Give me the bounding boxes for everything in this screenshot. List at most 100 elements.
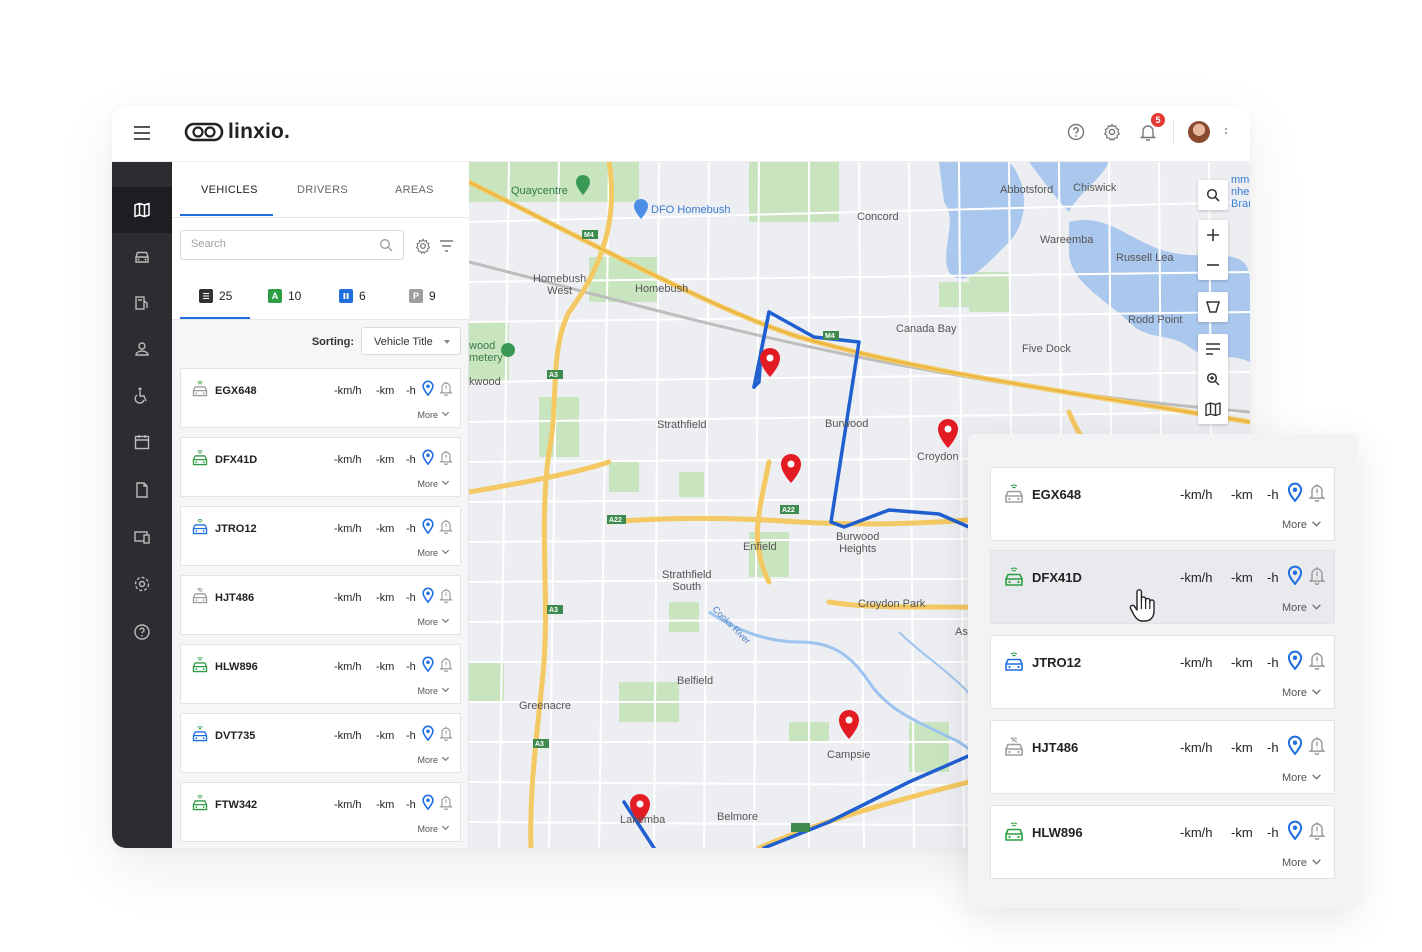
enlarged-vehicle-card[interactable]: HLW896 -km/h -km -h More (990, 805, 1335, 879)
vehicle-speed: -km/h (1180, 825, 1213, 840)
tab-vehicles[interactable]: VEHICLES (201, 184, 258, 196)
car-icon (1003, 483, 1025, 510)
more-toggle[interactable]: More (1282, 518, 1322, 532)
alert-bell-icon[interactable] (1307, 650, 1327, 675)
more-toggle[interactable]: More (1282, 686, 1322, 700)
nav-devices-icon[interactable] (112, 514, 172, 560)
location-pin-icon[interactable] (420, 587, 436, 608)
alert-bell-icon[interactable] (438, 518, 454, 539)
location-pin-icon[interactable] (1285, 735, 1305, 760)
map-search-control (1198, 180, 1228, 210)
count-all[interactable]: 25 (199, 289, 232, 303)
location-pin-icon[interactable] (1285, 565, 1305, 590)
count-parked-value: 9 (429, 289, 436, 303)
sorting-select[interactable]: Vehicle Title (361, 327, 461, 355)
location-pin-icon[interactable] (420, 449, 436, 470)
vehicle-card[interactable]: EGX648 -km/h -km -h More (180, 368, 461, 428)
search-icon[interactable] (379, 238, 393, 252)
location-pin-icon[interactable] (420, 380, 436, 401)
enlarged-vehicle-card[interactable]: HJT486 -km/h -km -h More (990, 720, 1335, 794)
vehicle-card[interactable]: FTW342 -km/h -km -h More (180, 782, 461, 842)
more-toggle[interactable]: More (1282, 771, 1322, 785)
more-toggle[interactable]: More (417, 823, 450, 834)
sorting-label: Sorting: (311, 336, 354, 348)
menu-icon[interactable] (134, 126, 150, 140)
more-vertical-icon[interactable] (1224, 126, 1228, 138)
alert-bell-icon[interactable] (438, 656, 454, 677)
map-label: Five Dock (1022, 343, 1071, 355)
count-parked[interactable]: P 9 (409, 289, 436, 303)
location-pin-icon[interactable] (420, 794, 436, 815)
count-driving[interactable]: A 10 (268, 289, 301, 303)
vehicle-hours: -h (406, 730, 416, 742)
location-pin-icon[interactable] (420, 518, 436, 539)
route-list-icon[interactable] (1198, 334, 1228, 364)
alert-bell-icon[interactable] (1307, 735, 1327, 760)
map-layers-icon[interactable] (1198, 394, 1228, 424)
location-pin-icon[interactable] (420, 725, 436, 746)
more-toggle[interactable]: More (417, 754, 450, 765)
tab-drivers[interactable]: DRIVERS (297, 184, 348, 196)
logo[interactable]: linxio. (184, 120, 290, 144)
draw-polygon-icon[interactable] (1198, 292, 1228, 322)
map-search-icon[interactable] (1198, 180, 1228, 210)
driving-icon: A (268, 289, 282, 303)
count-idle[interactable]: 6 (339, 289, 366, 303)
nav-drivers-icon[interactable] (112, 326, 172, 372)
location-pin-icon[interactable] (1285, 820, 1305, 845)
avatar[interactable] (1188, 121, 1210, 143)
map-label: Croydon Park (858, 598, 926, 610)
zoom-area-icon[interactable] (1198, 364, 1228, 394)
location-pin-icon[interactable] (420, 656, 436, 677)
nav-fuel-icon[interactable] (112, 280, 172, 326)
nav-reports-icon[interactable] (112, 467, 172, 513)
zoom-out-icon[interactable] (1198, 250, 1228, 280)
more-label: More (1281, 772, 1307, 784)
alert-bell-icon[interactable] (438, 449, 454, 470)
filter-icon[interactable] (439, 239, 454, 253)
map-label: Belfield (677, 675, 714, 687)
vehicle-card[interactable]: DVT735 -km/h -km -h More (180, 713, 461, 773)
more-toggle[interactable]: More (417, 478, 450, 489)
vehicle-card[interactable]: DFX41D -km/h -km -h More (180, 437, 461, 497)
more-toggle[interactable]: More (417, 409, 450, 420)
more-toggle[interactable]: More (417, 685, 450, 696)
more-toggle[interactable]: More (417, 547, 450, 558)
vehicle-card[interactable]: HLW896 -km/h -km -h More (180, 644, 461, 704)
tab-areas[interactable]: AREAS (395, 184, 434, 196)
alert-bell-icon[interactable] (438, 725, 454, 746)
alert-bell-icon[interactable] (1307, 482, 1327, 507)
side-navigation (112, 162, 172, 848)
vehicle-card[interactable]: JTRO12 -km/h -km -h More (180, 506, 461, 566)
more-toggle[interactable]: More (1282, 856, 1322, 870)
nav-help-icon[interactable] (112, 609, 172, 655)
more-label: More (417, 754, 438, 765)
notifications-icon[interactable]: 5 (1137, 113, 1165, 143)
vehicle-plate: DFX41D (215, 454, 258, 466)
zoom-in-icon[interactable] (1198, 220, 1228, 250)
settings-icon[interactable] (1101, 121, 1123, 143)
nav-map-icon[interactable] (112, 187, 172, 233)
enlarged-vehicle-card[interactable]: EGX648 -km/h -km -h More (990, 467, 1335, 541)
more-toggle[interactable]: More (1282, 601, 1322, 615)
vehicle-plate: HJT486 (1032, 740, 1079, 755)
vehicle-list: EGX648 -km/h -km -h More DFX41D -km/h -km -h More… (180, 368, 461, 848)
location-pin-icon[interactable] (1285, 482, 1305, 507)
alert-bell-icon[interactable] (1307, 565, 1327, 590)
nav-calendar-icon[interactable] (112, 419, 172, 465)
enlarged-vehicle-card[interactable]: JTRO12 -km/h -km -h More (990, 635, 1335, 709)
more-toggle[interactable]: More (417, 616, 450, 627)
alert-bell-icon[interactable] (1307, 820, 1327, 845)
nav-settings-icon[interactable] (112, 561, 172, 607)
vehicle-card[interactable]: HJT486 -km/h -km -h More (180, 575, 461, 635)
nav-accessibility-icon[interactable] (112, 372, 172, 418)
list-settings-icon[interactable] (415, 238, 431, 254)
alert-bell-icon[interactable] (438, 587, 454, 608)
nav-vehicles-icon[interactable] (112, 234, 172, 280)
search-input[interactable] (191, 238, 371, 250)
alert-bell-icon[interactable] (438, 380, 454, 401)
enlarged-vehicle-card[interactable]: DFX41D -km/h -km -h More (990, 550, 1335, 624)
location-pin-icon[interactable] (1285, 650, 1305, 675)
help-icon[interactable] (1065, 121, 1087, 143)
alert-bell-icon[interactable] (438, 794, 454, 815)
